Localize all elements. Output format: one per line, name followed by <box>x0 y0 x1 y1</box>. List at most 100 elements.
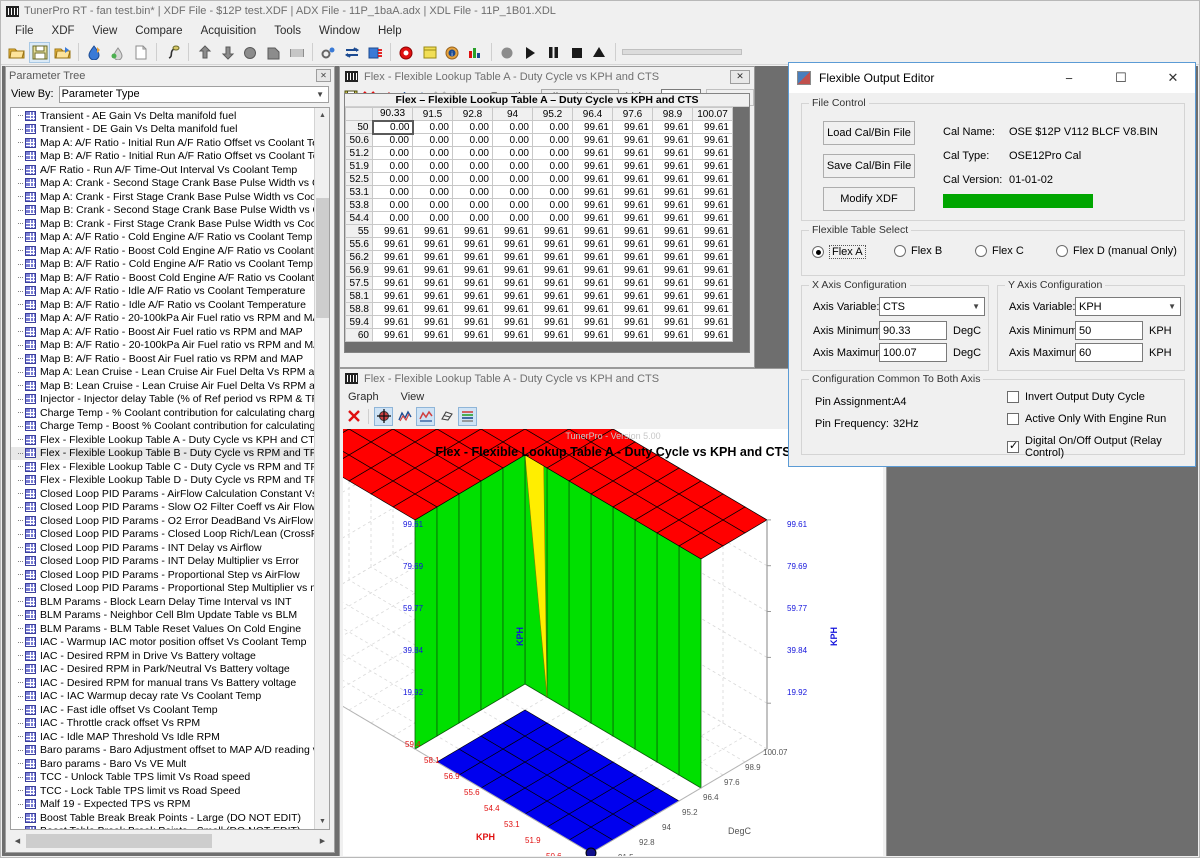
menu-help[interactable]: Help <box>369 23 411 39</box>
table-cell[interactable]: 99.61 <box>492 276 533 290</box>
tree-item[interactable]: Closed Loop PID Params - Slow O2 Filter … <box>11 501 314 515</box>
tree-item[interactable]: Closed Loop PID Params - INT Delay vs Ai… <box>11 541 314 555</box>
rotate-3d-icon[interactable] <box>374 406 393 426</box>
table-cell[interactable]: 99.61 <box>612 159 653 173</box>
radio-flex-a[interactable]: Flex A <box>812 245 866 259</box>
tree-item[interactable]: Map A: Lean Cruise - Lean Cruise Air Fue… <box>11 366 314 380</box>
table-cell[interactable]: 99.61 <box>372 237 413 251</box>
table-cell[interactable]: 99.61 <box>652 328 693 342</box>
column-header[interactable]: 90.33 <box>372 107 413 121</box>
table-cell[interactable]: 99.61 <box>572 224 613 238</box>
table-cell[interactable]: 99.61 <box>612 120 653 134</box>
table-cell[interactable]: 0.00 <box>492 198 533 212</box>
tree-item[interactable]: TCC - Unlock Table TPS limit Vs Road spe… <box>11 771 314 785</box>
checkbox-active-only-with-engine-run[interactable]: Active Only With Engine Run <box>1007 413 1166 425</box>
tree-item[interactable]: Boost Table Break Break Points - Large (… <box>11 811 314 825</box>
table-cell[interactable]: 99.61 <box>612 237 653 251</box>
table-cell[interactable]: 99.61 <box>612 224 653 238</box>
y-axis-max-input[interactable]: 60 <box>1075 343 1143 362</box>
tree-item[interactable]: BLM Params - Neighbor Cell Blm Update Ta… <box>11 609 314 623</box>
stop-icon[interactable] <box>566 42 587 63</box>
notes-icon[interactable] <box>419 42 440 63</box>
table-cell[interactable]: 99.61 <box>572 172 613 186</box>
table-cell[interactable]: 0.00 <box>532 198 573 212</box>
table-cell[interactable]: 99.61 <box>652 250 693 264</box>
table-cell[interactable]: 99.61 <box>692 289 733 303</box>
table-cell[interactable]: 0.00 <box>452 133 493 147</box>
tree-item[interactable]: Injector - Injector delay Table (% of Re… <box>11 393 314 407</box>
table-cell[interactable]: 99.61 <box>692 328 733 342</box>
info-icon[interactable]: i <box>442 42 463 63</box>
table-cell[interactable]: 99.61 <box>452 250 493 264</box>
table-cell[interactable]: 99.61 <box>572 237 613 251</box>
table-cell[interactable]: 0.00 <box>412 211 453 225</box>
tree-item[interactable]: Map A: A/F Ratio - Cold Engine A/F Ratio… <box>11 231 314 245</box>
close-red-x-icon[interactable] <box>344 407 363 426</box>
table-cell[interactable]: 99.61 <box>532 276 573 290</box>
save-cal-bin-button[interactable]: Save Cal/Bin File <box>823 154 915 178</box>
tree-item[interactable]: Map B: A/F Ratio - Cold Engine A/F Ratio… <box>11 258 314 272</box>
table-cell[interactable]: 99.61 <box>452 276 493 290</box>
table-cell[interactable]: 99.61 <box>692 263 733 277</box>
table-cell[interactable]: 0.00 <box>372 133 413 147</box>
row-header[interactable]: 58.1 <box>345 289 373 303</box>
save-as-icon[interactable] <box>52 42 73 63</box>
tree-item[interactable]: Map A: Crank - Second Stage Crank Base P… <box>11 177 314 191</box>
table-cell[interactable]: 99.61 <box>652 198 693 212</box>
view-by-select[interactable]: Parameter Type ▼ <box>58 85 329 103</box>
table-cell[interactable]: 0.00 <box>412 146 453 160</box>
table-cell[interactable]: 99.61 <box>412 263 453 277</box>
table-cell[interactable]: 99.61 <box>572 328 613 342</box>
row-header[interactable]: 55 <box>345 224 373 238</box>
tree-item[interactable]: IAC - Fast idle offset Vs Coolant Temp <box>11 703 314 717</box>
tree-item[interactable]: Map A: A/F Ratio - Boost Cold Engine A/F… <box>11 244 314 258</box>
x-axis-min-input[interactable]: 90.33 <box>879 321 947 340</box>
tree-item[interactable]: Flex - Flexible Lookup Table D - Duty Cy… <box>11 474 314 488</box>
table-hscrollbar[interactable] <box>344 354 750 366</box>
graph-canvas[interactable]: TunerPro - Version 5.00 Flex - Flexible … <box>343 429 883 856</box>
tree-item[interactable]: Charge Temp - Boost % Coolant contributi… <box>11 420 314 434</box>
table-cell[interactable]: 99.61 <box>372 224 413 238</box>
table-cell[interactable]: 0.00 <box>532 133 573 147</box>
menu-acquisition[interactable]: Acquisition <box>192 23 266 39</box>
table-cell[interactable]: 0.00 <box>532 211 573 225</box>
row-header[interactable]: 55.6 <box>345 237 373 251</box>
table-cell[interactable]: 99.61 <box>372 302 413 316</box>
table-cell[interactable]: 99.61 <box>652 120 693 134</box>
tree-item[interactable]: Malf 19 - Expected TPS vs RPM <box>11 798 314 812</box>
table-cell[interactable]: 0.00 <box>452 198 493 212</box>
table-cell[interactable]: 99.61 <box>652 276 693 290</box>
column-header[interactable]: 91.5 <box>412 107 453 121</box>
table-cell[interactable]: 99.61 <box>532 302 573 316</box>
menu-graph[interactable]: Graph <box>346 390 389 404</box>
tree-item[interactable]: Map A: A/F Ratio - Idle A/F Ratio vs Coo… <box>11 285 314 299</box>
table-cell[interactable]: 99.61 <box>412 289 453 303</box>
new-file-icon[interactable] <box>130 42 151 63</box>
radio-flex-d[interactable]: Flex D (manual Only) <box>1056 245 1177 257</box>
table-cell[interactable]: 99.61 <box>692 302 733 316</box>
table-cell[interactable]: 99.61 <box>452 224 493 238</box>
column-header[interactable]: 97.6 <box>612 107 653 121</box>
table-cell[interactable]: 99.61 <box>412 328 453 342</box>
table-cell[interactable]: 99.61 <box>452 315 493 329</box>
minimize-button[interactable]: − <box>1047 63 1091 93</box>
table-cell[interactable]: 99.61 <box>492 289 533 303</box>
play-icon[interactable] <box>520 42 541 63</box>
record-icon[interactable] <box>497 42 518 63</box>
table-cell[interactable]: 0.00 <box>412 198 453 212</box>
close-icon[interactable]: ✕ <box>730 69 750 84</box>
tree-item[interactable]: Map B: Lean Cruise - Lean Cruise Air Fue… <box>11 379 314 393</box>
table-cell[interactable]: 99.61 <box>612 146 653 160</box>
table-cell[interactable]: 0.00 <box>412 159 453 173</box>
load-cal-bin-button[interactable]: Load Cal/Bin File <box>823 121 915 145</box>
table-cell[interactable]: 0.00 <box>452 211 493 225</box>
table-cell[interactable]: 0.00 <box>492 159 533 173</box>
tree-item[interactable]: Closed Loop PID Params - Closed Loop Ric… <box>11 528 314 542</box>
table-cell[interactable]: 0.00 <box>532 172 573 186</box>
table-cell[interactable]: 99.61 <box>372 328 413 342</box>
x-axis-max-input[interactable]: 100.07 <box>879 343 947 362</box>
tree-item[interactable]: Map B: Crank - First Stage Crank Base Pu… <box>11 217 314 231</box>
scroll-down-icon[interactable]: ▼ <box>315 814 329 829</box>
table-cell[interactable]: 0.00 <box>452 146 493 160</box>
tree-item[interactable]: Map A: A/F Ratio - Initial Run A/F Ratio… <box>11 136 314 150</box>
